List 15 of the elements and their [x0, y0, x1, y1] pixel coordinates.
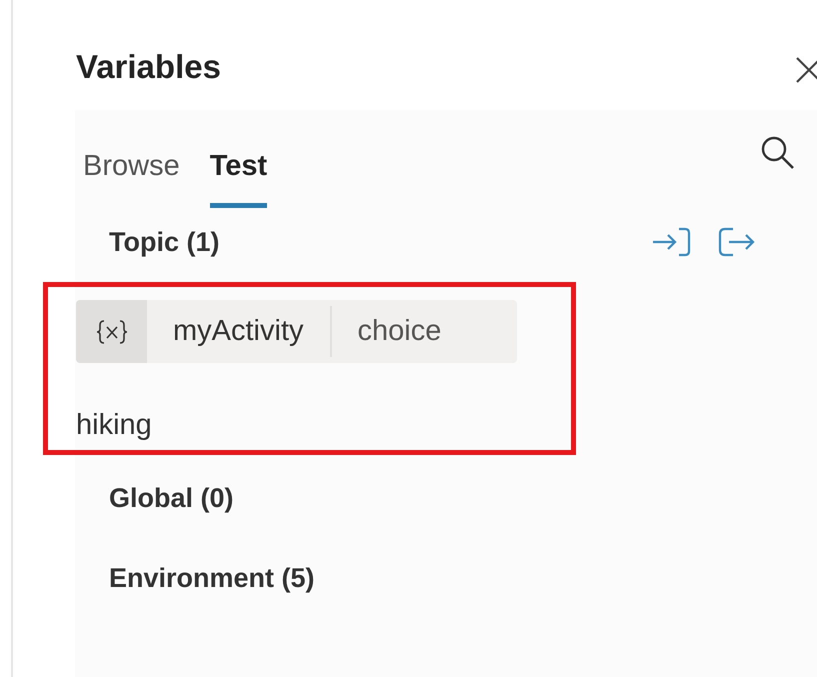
section-heading[interactable]: Environment (5): [109, 562, 315, 594]
section-heading[interactable]: Global (0): [109, 482, 234, 514]
variable-chip[interactable]: myActivity choice: [76, 300, 517, 363]
tab[interactable]: Browse: [83, 140, 180, 208]
export-button[interactable]: [717, 226, 757, 258]
section-heading[interactable]: Topic (1): [109, 226, 220, 258]
panel-title: Variables: [76, 48, 221, 86]
import-button[interactable]: [651, 226, 691, 258]
variable-icon: [76, 300, 147, 363]
variable-value: hiking: [76, 409, 153, 442]
export-icon: [717, 226, 757, 258]
import-icon: [651, 226, 691, 258]
tab[interactable]: Test: [210, 140, 268, 208]
variable-type: choice: [356, 314, 442, 349]
variable-name: myActivity: [147, 306, 332, 357]
